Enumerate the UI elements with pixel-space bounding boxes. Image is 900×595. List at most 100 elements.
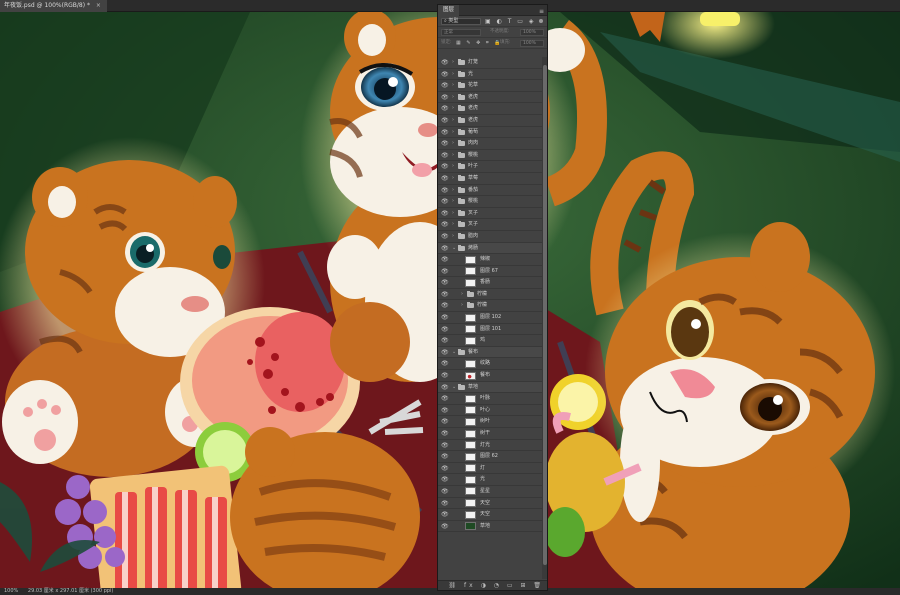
eye-icon[interactable]: 👁 xyxy=(441,416,449,427)
expand-chevron-icon[interactable]: › xyxy=(452,196,454,207)
layer-row[interactable]: 👁 ⌄ 草地 xyxy=(438,381,542,394)
expand-chevron-icon[interactable]: › xyxy=(452,138,454,149)
eye-icon[interactable]: 👁 xyxy=(441,266,449,277)
layer-row[interactable]: 👁 › 老虎 xyxy=(438,103,542,115)
layer-row[interactable]: 👁 › 葡萄 xyxy=(438,127,542,139)
layer-row[interactable]: 👁 › 樱桃 xyxy=(438,150,542,162)
expand-chevron-icon[interactable]: › xyxy=(461,289,463,300)
eye-icon[interactable]: 👁 xyxy=(441,370,449,381)
layer-row[interactable]: 👁 天空 xyxy=(438,498,542,510)
expand-chevron-icon[interactable]: › xyxy=(452,219,454,230)
expand-chevron-icon[interactable]: › xyxy=(452,115,454,126)
layer-row[interactable]: 👁 › 肉肉 xyxy=(438,138,542,150)
layer-row[interactable]: 👁 叶脉 xyxy=(438,393,542,405)
eye-icon[interactable]: 👁 xyxy=(441,219,449,230)
eye-icon[interactable]: 👁 xyxy=(441,161,449,172)
expand-chevron-icon[interactable]: › xyxy=(452,173,454,184)
eye-icon[interactable]: 👁 xyxy=(441,312,449,323)
eye-icon[interactable]: 👁 xyxy=(441,80,449,91)
layer-scrollbar[interactable] xyxy=(542,57,547,579)
panel-footer-icons[interactable]: ⛓ fx ◑ ◔ ▭ ⊞ 🗑 xyxy=(448,582,544,589)
eye-icon[interactable]: 👁 xyxy=(441,300,449,311)
eye-icon[interactable]: 👁 xyxy=(441,196,449,207)
layer-row[interactable]: 👁 树叶 xyxy=(438,416,542,428)
filter-icons[interactable]: ▣ ◐ T ▭ ◈ xyxy=(485,17,535,27)
filter-toggle[interactable] xyxy=(539,19,543,23)
expand-chevron-icon[interactable]: › xyxy=(452,103,454,114)
layer-row[interactable]: 👁 › 樱桃 xyxy=(438,196,542,208)
layer-scroll-thumb[interactable] xyxy=(543,65,547,565)
layer-row[interactable]: 👁 灯光 xyxy=(438,440,542,452)
layer-row[interactable]: 👁 星星 xyxy=(438,486,542,498)
fill-field[interactable]: 100% xyxy=(520,40,544,47)
eye-icon[interactable]: 👁 xyxy=(441,254,449,265)
layer-row[interactable]: 👁 图层 101 xyxy=(438,324,542,336)
expand-chevron-icon[interactable]: › xyxy=(452,127,454,138)
layer-row[interactable]: 👁 餐布 xyxy=(438,370,542,382)
expand-chevron-icon[interactable]: › xyxy=(452,208,454,219)
expand-chevron-icon[interactable]: › xyxy=(452,57,454,68)
zoom-readout[interactable]: 100% xyxy=(4,588,18,594)
layer-row[interactable]: 👁 纹路 xyxy=(438,358,542,371)
layer-row[interactable]: 👁 香肠 xyxy=(438,277,542,289)
layer-row[interactable]: 👁 叶心 xyxy=(438,405,542,417)
layer-row[interactable]: 👁 鸡 xyxy=(438,335,542,347)
eye-icon[interactable]: 👁 xyxy=(441,231,449,242)
eye-icon[interactable]: 👁 xyxy=(441,127,449,138)
layer-row[interactable]: 👁 › 柠檬 xyxy=(438,289,542,301)
eye-icon[interactable]: 👁 xyxy=(441,208,449,219)
layer-row[interactable]: 👁 图层 102 xyxy=(438,312,542,324)
layer-row[interactable]: 👁 › 叶子 xyxy=(438,161,542,173)
expand-chevron-icon[interactable]: › xyxy=(452,92,454,103)
expand-chevron-icon[interactable]: › xyxy=(452,231,454,242)
eye-icon[interactable]: 👁 xyxy=(441,440,449,451)
eye-icon[interactable]: 👁 xyxy=(441,115,449,126)
eye-icon[interactable]: 👁 xyxy=(441,405,449,416)
layer-row[interactable]: 👁 天空 xyxy=(438,509,542,521)
close-icon[interactable]: × xyxy=(96,2,101,9)
opacity-field[interactable]: 100% xyxy=(520,29,544,36)
eye-icon[interactable]: 👁 xyxy=(441,393,449,404)
layer-row[interactable]: 👁 › 柠檬 xyxy=(438,300,542,313)
layer-row[interactable]: 👁 ⌄ 餐布 xyxy=(438,346,542,359)
document-tab[interactable]: 年夜饭.psd @ 100%(RGB/8) * × xyxy=(0,0,107,12)
eye-icon[interactable]: 👁 xyxy=(441,277,449,288)
eye-icon[interactable]: 👁 xyxy=(441,463,449,474)
document-info[interactable]: 29.03 厘米 x 297.01 厘米 (300 ppi) xyxy=(28,588,114,594)
expand-chevron-icon[interactable]: ⌄ xyxy=(452,382,456,393)
filter-kind-select[interactable]: ⌕ 类型 xyxy=(441,18,481,25)
tab-layers[interactable]: 图层 xyxy=(438,5,460,16)
expand-chevron-icon[interactable]: ⌄ xyxy=(452,347,456,358)
layer-row[interactable]: 👁 › 叉子 xyxy=(438,208,542,220)
layer-row[interactable]: 👁 › 光 xyxy=(438,69,542,81)
layer-row[interactable]: 👁 树干 xyxy=(438,428,542,440)
eye-icon[interactable]: 👁 xyxy=(441,509,449,520)
eye-icon[interactable]: 👁 xyxy=(441,173,449,184)
eye-icon[interactable]: 👁 xyxy=(441,185,449,196)
layer-row[interactable]: 👁 草地 xyxy=(438,521,542,533)
eye-icon[interactable]: 👁 xyxy=(441,382,449,393)
eye-icon[interactable]: 👁 xyxy=(441,347,449,358)
layer-row[interactable]: 👁 辣椒 xyxy=(438,254,542,266)
eye-icon[interactable]: 👁 xyxy=(441,289,449,300)
eye-icon[interactable]: 👁 xyxy=(441,486,449,497)
eye-icon[interactable]: 👁 xyxy=(441,324,449,335)
eye-icon[interactable]: 👁 xyxy=(441,138,449,149)
eye-icon[interactable]: 👁 xyxy=(441,498,449,509)
layer-row[interactable]: 👁 › 老虎 xyxy=(438,92,542,104)
eye-icon[interactable]: 👁 xyxy=(441,451,449,462)
eye-icon[interactable]: 👁 xyxy=(441,69,449,80)
expand-chevron-icon[interactable]: › xyxy=(452,185,454,196)
eye-icon[interactable]: 👁 xyxy=(441,358,449,369)
expand-chevron-icon[interactable]: › xyxy=(452,69,454,80)
blend-mode-select[interactable]: 正常 xyxy=(441,29,481,36)
expand-chevron-icon[interactable]: › xyxy=(461,300,463,311)
eye-icon[interactable]: 👁 xyxy=(441,103,449,114)
eye-icon[interactable]: 👁 xyxy=(441,474,449,485)
layer-row[interactable]: 👁 图层 62 xyxy=(438,451,542,463)
layer-row[interactable]: 👁 › 花草 xyxy=(438,80,542,92)
eye-icon[interactable]: 👁 xyxy=(441,150,449,161)
layer-row[interactable]: 👁 ⌄ 烤肠 xyxy=(438,242,542,255)
expand-chevron-icon[interactable]: › xyxy=(452,150,454,161)
expand-chevron-icon[interactable]: › xyxy=(452,161,454,172)
